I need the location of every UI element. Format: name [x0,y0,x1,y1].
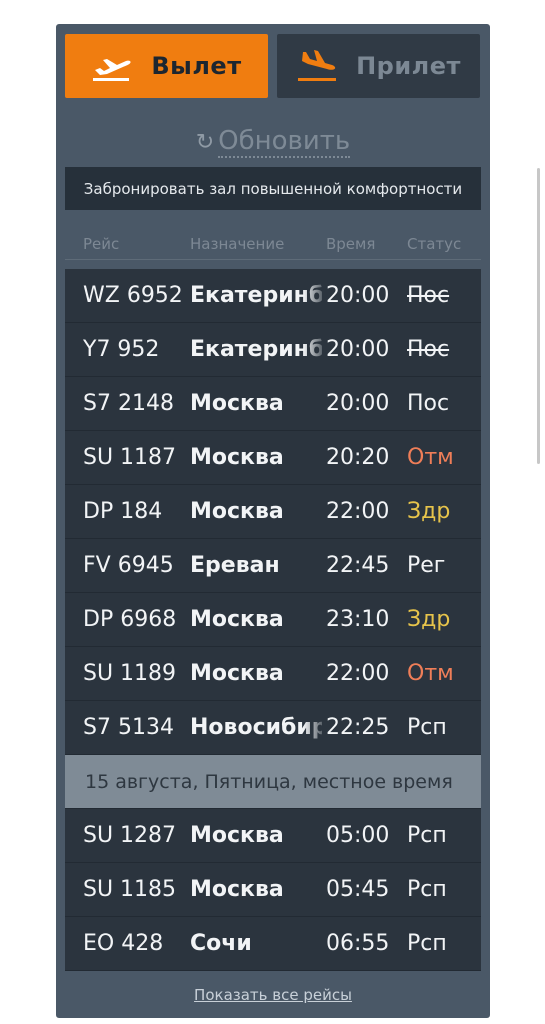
lounge-booking-button[interactable]: Забронировать зал повышенной комфортност… [65,167,481,210]
flight-time: 20:00 [326,283,390,308]
flight-number: DP 184 [83,499,163,524]
tab-arrival-label: Прилет [356,52,461,80]
flight-number: WZ 6952 [83,283,183,308]
flight-list: WZ 6952 Екатеринбург 20:00 Пос Y7 952 Ек… [65,269,481,971]
flight-status: Здр [407,499,451,524]
flight-row[interactable]: FV 6945 Ереван 22:45 Рег [65,539,481,593]
flight-destination: Москва [190,391,284,416]
direction-tabs: Вылет Прилет [65,34,481,98]
flight-time: 22:45 [326,553,390,578]
header-time: Время [326,235,376,253]
flight-time: 20:20 [326,445,390,470]
flight-status: Рсп [407,823,447,848]
flight-number: SU 1189 [83,661,177,686]
flight-destination: Москва [190,607,284,632]
flight-number: S7 2148 [83,391,174,416]
flight-number: DP 6968 [83,607,177,632]
tab-departure-label: Вылет [151,52,242,80]
header-flight: Рейс [83,235,120,253]
flight-destination: Новосибирск [190,715,322,740]
flight-destination: Москва [190,661,284,686]
refresh-icon: ↻ [195,129,215,155]
scrollbar[interactable] [537,168,540,464]
flight-number: EO 428 [83,931,164,956]
flight-destination: Москва [190,445,284,470]
flight-time: 23:10 [326,607,390,632]
flight-destination: Москва [190,499,284,524]
flight-status: Пос [407,391,450,416]
flight-time: 22:00 [326,661,390,686]
flight-number: SU 1287 [83,823,177,848]
flight-destination: Сочи [190,931,252,956]
plane-takeoff-icon [93,59,131,81]
flight-row[interactable]: WZ 6952 Екатеринбург 20:00 Пос [65,269,481,323]
flight-row[interactable]: S7 5134 Новосибирск 22:25 Рсп [65,701,481,755]
tab-arrival[interactable]: Прилет [277,34,480,98]
flight-board: Вылет Прилет ↻ Обновить Забронировать за… [56,24,490,1018]
flight-row[interactable]: S7 2148 Москва 20:00 Пос [65,377,481,431]
flight-status: Рсп [407,931,447,956]
flight-time: 05:00 [326,823,390,848]
flight-row[interactable]: SU 1187 Москва 20:20 Отм [65,431,481,485]
flight-status: Пос [407,337,450,362]
flight-status: Рсп [407,715,447,740]
refresh-button[interactable]: ↻ Обновить [56,124,490,160]
flight-row[interactable]: SU 1189 Москва 22:00 Отм [65,647,481,701]
flight-time: 05:45 [326,877,390,902]
flight-status: Рсп [407,877,447,902]
flight-destination: Екатеринбург [190,283,322,308]
date-separator: 15 августа, Пятница, местное время [65,755,481,809]
flight-number: FV 6945 [83,553,174,578]
tab-departure[interactable]: Вылет [65,34,268,98]
flight-status: Отм [407,661,454,686]
plane-landing-icon [298,50,337,81]
flight-row[interactable]: Y7 952 Екатеринбург 20:00 Пос [65,323,481,377]
flight-number: Y7 952 [83,337,160,362]
flight-destination: Москва [190,823,284,848]
flight-number: SU 1185 [83,877,177,902]
flight-status: Здр [407,607,451,632]
flight-destination: Ереван [190,553,280,578]
show-all-flights-link[interactable]: Показать все рейсы [56,986,490,1004]
flight-status: Отм [407,445,454,470]
flight-row[interactable]: SU 1185 Москва 05:45 Рсп [65,863,481,917]
flight-time: 22:00 [326,499,390,524]
flight-status: Пос [407,283,450,308]
header-destination: Назначение [190,235,285,253]
flight-number: S7 5134 [83,715,174,740]
header-status: Статус [407,235,462,253]
flight-status: Рег [407,553,446,578]
column-headers: Рейс Назначение Время Статус [65,231,481,260]
flight-time: 06:55 [326,931,390,956]
flight-destination: Екатеринбург [190,337,322,362]
flight-time: 20:00 [326,337,390,362]
flight-time: 22:25 [326,715,390,740]
flight-row[interactable]: DP 184 Москва 22:00 Здр [65,485,481,539]
flight-time: 20:00 [326,391,390,416]
refresh-label: Обновить [218,126,351,158]
flight-row[interactable]: DP 6968 Москва 23:10 Здр [65,593,481,647]
flight-row[interactable]: SU 1287 Москва 05:00 Рсп [65,809,481,863]
flight-row[interactable]: EO 428 Сочи 06:55 Рсп [65,917,481,971]
flight-number: SU 1187 [83,445,177,470]
flight-destination: Москва [190,877,284,902]
